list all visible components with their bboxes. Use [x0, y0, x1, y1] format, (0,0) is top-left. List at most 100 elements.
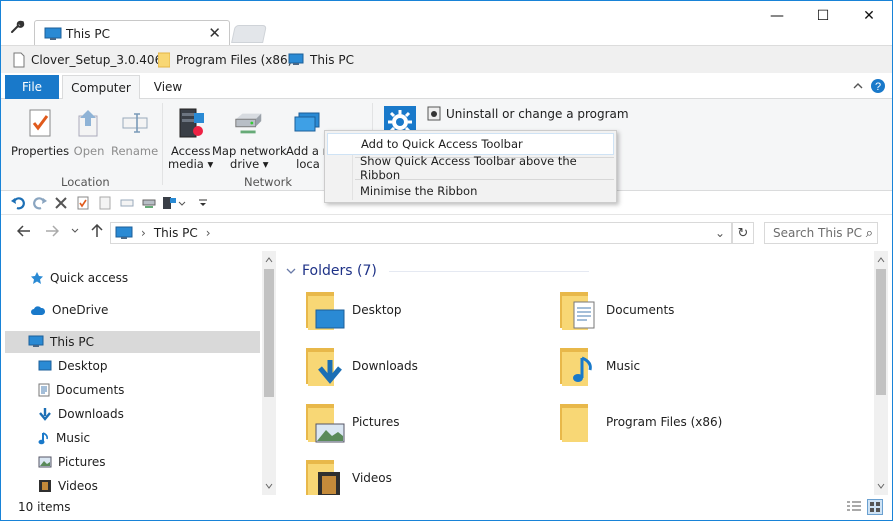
title-bar: This PC ✕ — ☐ ✕ — [1, 1, 892, 46]
forward-button[interactable] — [45, 224, 60, 242]
new-tab-button[interactable] — [231, 25, 267, 43]
explorer-window: This PC ✕ — ☐ ✕ Clover_Setup_3.0.406 Pro… — [0, 0, 893, 521]
nav-item-quick-access[interactable]: Quick access — [30, 267, 128, 289]
folder-downloads[interactable]: Downloads — [306, 341, 418, 391]
rename-button[interactable]: Rename — [111, 105, 158, 158]
folder-desktop[interactable]: Desktop — [306, 285, 402, 335]
network-drive-small-icon[interactable] — [140, 194, 158, 212]
scroll-down-icon[interactable] — [874, 479, 888, 493]
documents-icon — [38, 383, 50, 397]
maximize-button[interactable]: ☐ — [800, 1, 846, 31]
content-scrollbar[interactable] — [874, 251, 888, 495]
details-view-icon[interactable] — [846, 500, 862, 517]
download-icon — [39, 408, 51, 421]
media-small-icon[interactable] — [161, 194, 187, 212]
properties-button[interactable]: Properties — [11, 105, 69, 158]
search-icon: ⌕ — [865, 225, 873, 241]
uninstall-icon — [427, 106, 441, 121]
nav-item-pictures[interactable]: Pictures — [38, 451, 106, 473]
help-icon[interactable]: ? — [869, 78, 887, 94]
customize-toolbar-icon[interactable] — [194, 194, 212, 212]
tab-file[interactable]: File — [5, 75, 59, 99]
folder-label: Videos — [352, 471, 392, 485]
folder-music[interactable]: Music — [560, 341, 640, 391]
nav-item-onedrive[interactable]: OneDrive — [30, 299, 108, 321]
context-menu: Add to Quick Access Toolbar Show Quick A… — [324, 130, 617, 203]
recent-locations-button[interactable] — [71, 227, 79, 237]
nav-item-documents[interactable]: Documents — [38, 379, 124, 401]
breadcrumb-separator[interactable]: › — [206, 226, 211, 240]
properties-small-icon[interactable] — [74, 194, 92, 212]
network-drive-icon — [235, 113, 262, 134]
expand-ribbon-icon[interactable] — [849, 78, 867, 94]
tab-computer[interactable]: Computer — [62, 75, 140, 100]
navigation-pane: Quick access OneDrive This PC Desktop Do… — [1, 251, 277, 495]
up-button[interactable] — [90, 223, 104, 242]
nav-item-downloads[interactable]: Downloads — [38, 403, 124, 425]
scroll-down-icon[interactable] — [262, 479, 276, 493]
open-button[interactable]: Open — [73, 105, 105, 158]
folder-documents[interactable]: Documents — [560, 285, 674, 335]
folder-label: Desktop — [352, 303, 402, 317]
svg-text:?: ? — [875, 81, 881, 93]
breadcrumb-this-pc[interactable]: This PC — [154, 226, 198, 240]
rename-small-icon[interactable] — [118, 194, 136, 212]
nav-item-music[interactable]: Music — [38, 427, 90, 449]
ribbon-tabs: File Computer View ? — [1, 73, 892, 100]
scroll-up-icon[interactable] — [874, 253, 888, 267]
back-button[interactable] — [16, 224, 31, 242]
folders-group-header[interactable]: Folders (7) — [286, 261, 589, 281]
ribbon-separator — [162, 103, 163, 185]
tab-label: This PC — [66, 27, 110, 41]
address-bar[interactable]: › This PC › ⌄ — [110, 222, 732, 244]
map-network-drive-button[interactable]: Map network drive ▾ — [212, 105, 287, 171]
item-count: 10 items — [18, 500, 71, 514]
cloud-icon — [31, 306, 46, 315]
redo-icon[interactable] — [31, 194, 49, 212]
rename-icon — [122, 113, 148, 133]
tab-view[interactable]: View — [146, 75, 190, 99]
nav-item-this-pc[interactable]: This PC — [5, 331, 260, 353]
nav-item-desktop[interactable]: Desktop — [38, 355, 108, 377]
arrow-right-icon — [46, 225, 60, 237]
scroll-up-icon[interactable] — [262, 253, 276, 267]
pictures-icon — [38, 456, 52, 468]
minimize-button[interactable]: — — [754, 1, 800, 31]
folder-videos-icon — [306, 460, 340, 498]
delete-icon[interactable] — [52, 194, 70, 212]
wrench-icon[interactable] — [9, 19, 25, 35]
menu-item-show-qat-above[interactable]: Show Quick Access Toolbar above the Ribb… — [327, 154, 614, 182]
folder-music-icon — [560, 348, 592, 386]
folder-label: Music — [606, 359, 641, 373]
close-button[interactable]: ✕ — [846, 1, 892, 31]
scrollbar-thumb[interactable] — [876, 269, 886, 395]
folder-downloads-icon — [306, 348, 342, 386]
folder-desktop-icon — [306, 292, 345, 330]
new-folder-icon[interactable] — [96, 194, 114, 212]
folder-pictures[interactable]: Pictures — [306, 397, 400, 447]
search-placeholder: Search This PC — [773, 226, 862, 240]
nav-item-videos[interactable]: Videos — [38, 475, 98, 497]
large-icons-view-icon[interactable] — [867, 499, 883, 518]
folder-program-files-x86[interactable]: Program Files (x86) — [560, 397, 722, 447]
search-input[interactable]: Search This PC ⌕ — [764, 222, 878, 244]
favorite-label: Program Files (x86) — [176, 53, 293, 67]
uninstall-program-button[interactable]: Uninstall or change a program — [427, 106, 629, 121]
close-tab-icon[interactable]: ✕ — [208, 24, 221, 42]
refresh-button[interactable]: ↻ — [732, 222, 754, 244]
access-media-button[interactable]: Access media ▾ — [168, 105, 213, 171]
favorite-this-pc[interactable]: This PC — [288, 46, 354, 74]
group-label-location: Location — [61, 175, 110, 189]
tab-this-pc[interactable]: This PC ✕ — [34, 20, 230, 46]
undo-icon[interactable] — [9, 194, 27, 212]
favorite-clover-setup[interactable]: Clover_Setup_3.0.406 — [13, 46, 162, 74]
breadcrumb-separator[interactable]: › — [141, 226, 146, 240]
chevron-down-icon — [71, 228, 79, 233]
favorite-program-files[interactable]: Program Files (x86) — [158, 46, 292, 74]
nav-pane-scrollbar[interactable] — [262, 251, 276, 495]
scrollbar-thumb[interactable] — [264, 269, 274, 397]
menu-item-add-to-qat[interactable]: Add to Quick Access Toolbar — [327, 133, 614, 155]
address-dropdown-icon[interactable]: ⌄ — [715, 226, 725, 240]
menu-item-minimise-ribbon[interactable]: Minimise the Ribbon — [327, 180, 614, 202]
open-icon — [78, 110, 98, 137]
